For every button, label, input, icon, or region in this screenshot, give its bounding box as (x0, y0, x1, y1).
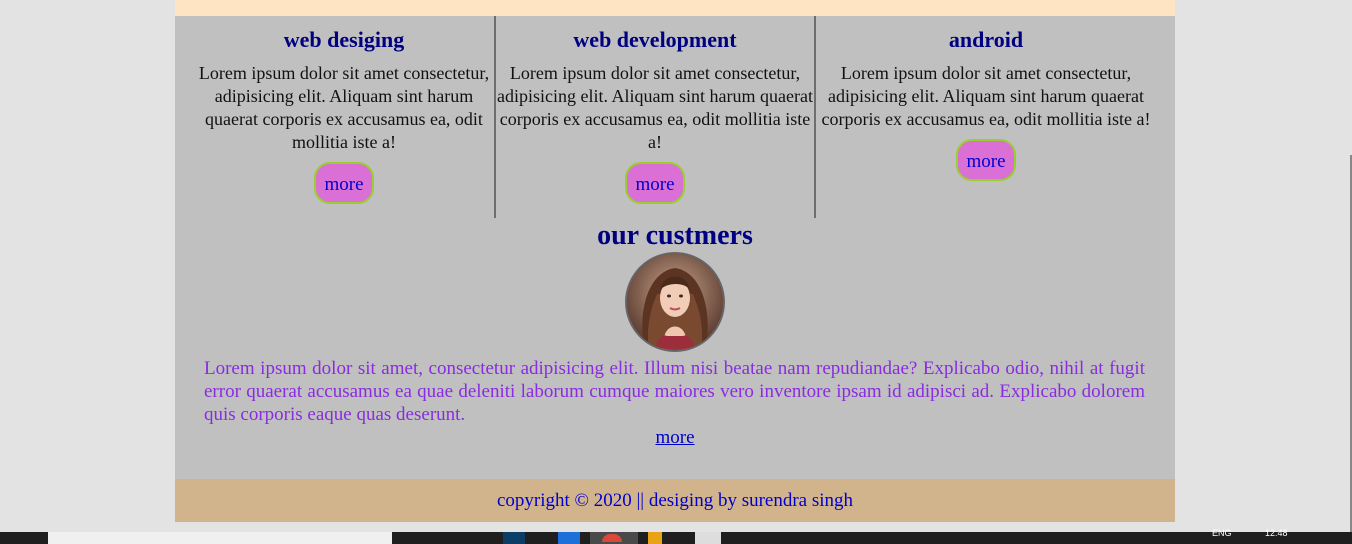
language-indicator[interactable]: ENG (1212, 528, 1232, 538)
service-title: web development (573, 27, 737, 52)
customers-heading: our custmers (597, 220, 753, 251)
service-title: android (948, 27, 1024, 52)
page-container: web desiging Lorem ipsum dolor sit amet … (175, 0, 1175, 522)
copyright-text: copyright © 2020 || desiging by surendra… (496, 490, 854, 511)
taskbar-app-icon[interactable] (695, 532, 721, 544)
customer-avatar (625, 252, 725, 352)
footer: copyright © 2020 || desiging by surendra… (175, 479, 1175, 522)
services-section: web desiging Lorem ipsum dolor sit amet … (175, 16, 1175, 218)
customer-photo (627, 254, 723, 350)
customer-more-container: more (175, 426, 1175, 450)
more-button[interactable]: more (314, 162, 374, 204)
service-card-web-designing: web desiging Lorem ipsum dolor sit amet … (194, 16, 494, 218)
taskbar-search-box[interactable] (48, 532, 392, 544)
folder-icon[interactable] (648, 532, 662, 544)
customer-more-link[interactable]: more (655, 427, 694, 448)
service-description: Lorem ipsum dolor sit amet consectetur, … (821, 63, 1151, 129)
taskbar-app-icon[interactable] (558, 532, 580, 544)
more-button[interactable]: more (956, 139, 1016, 181)
chrome-icon (602, 534, 622, 542)
taskbar: ENG 12:48 (0, 528, 1352, 544)
service-description: Lorem ipsum dolor sit amet consectetur, … (497, 63, 813, 152)
taskbar-app-icon[interactable] (503, 532, 525, 544)
more-button[interactable]: more (625, 162, 685, 204)
service-card-android: android Lorem ipsum dolor sit amet conse… (814, 16, 1156, 218)
service-title: web desiging (283, 27, 405, 52)
service-card-web-development: web development Lorem ipsum dolor sit am… (494, 16, 814, 218)
customer-testimonial: Lorem ipsum dolor sit amet, consectetur … (204, 358, 1145, 425)
header-strip (175, 0, 1175, 16)
service-description: Lorem ipsum dolor sit amet consectetur, … (198, 63, 490, 152)
clock[interactable]: 12:48 (1265, 528, 1288, 538)
